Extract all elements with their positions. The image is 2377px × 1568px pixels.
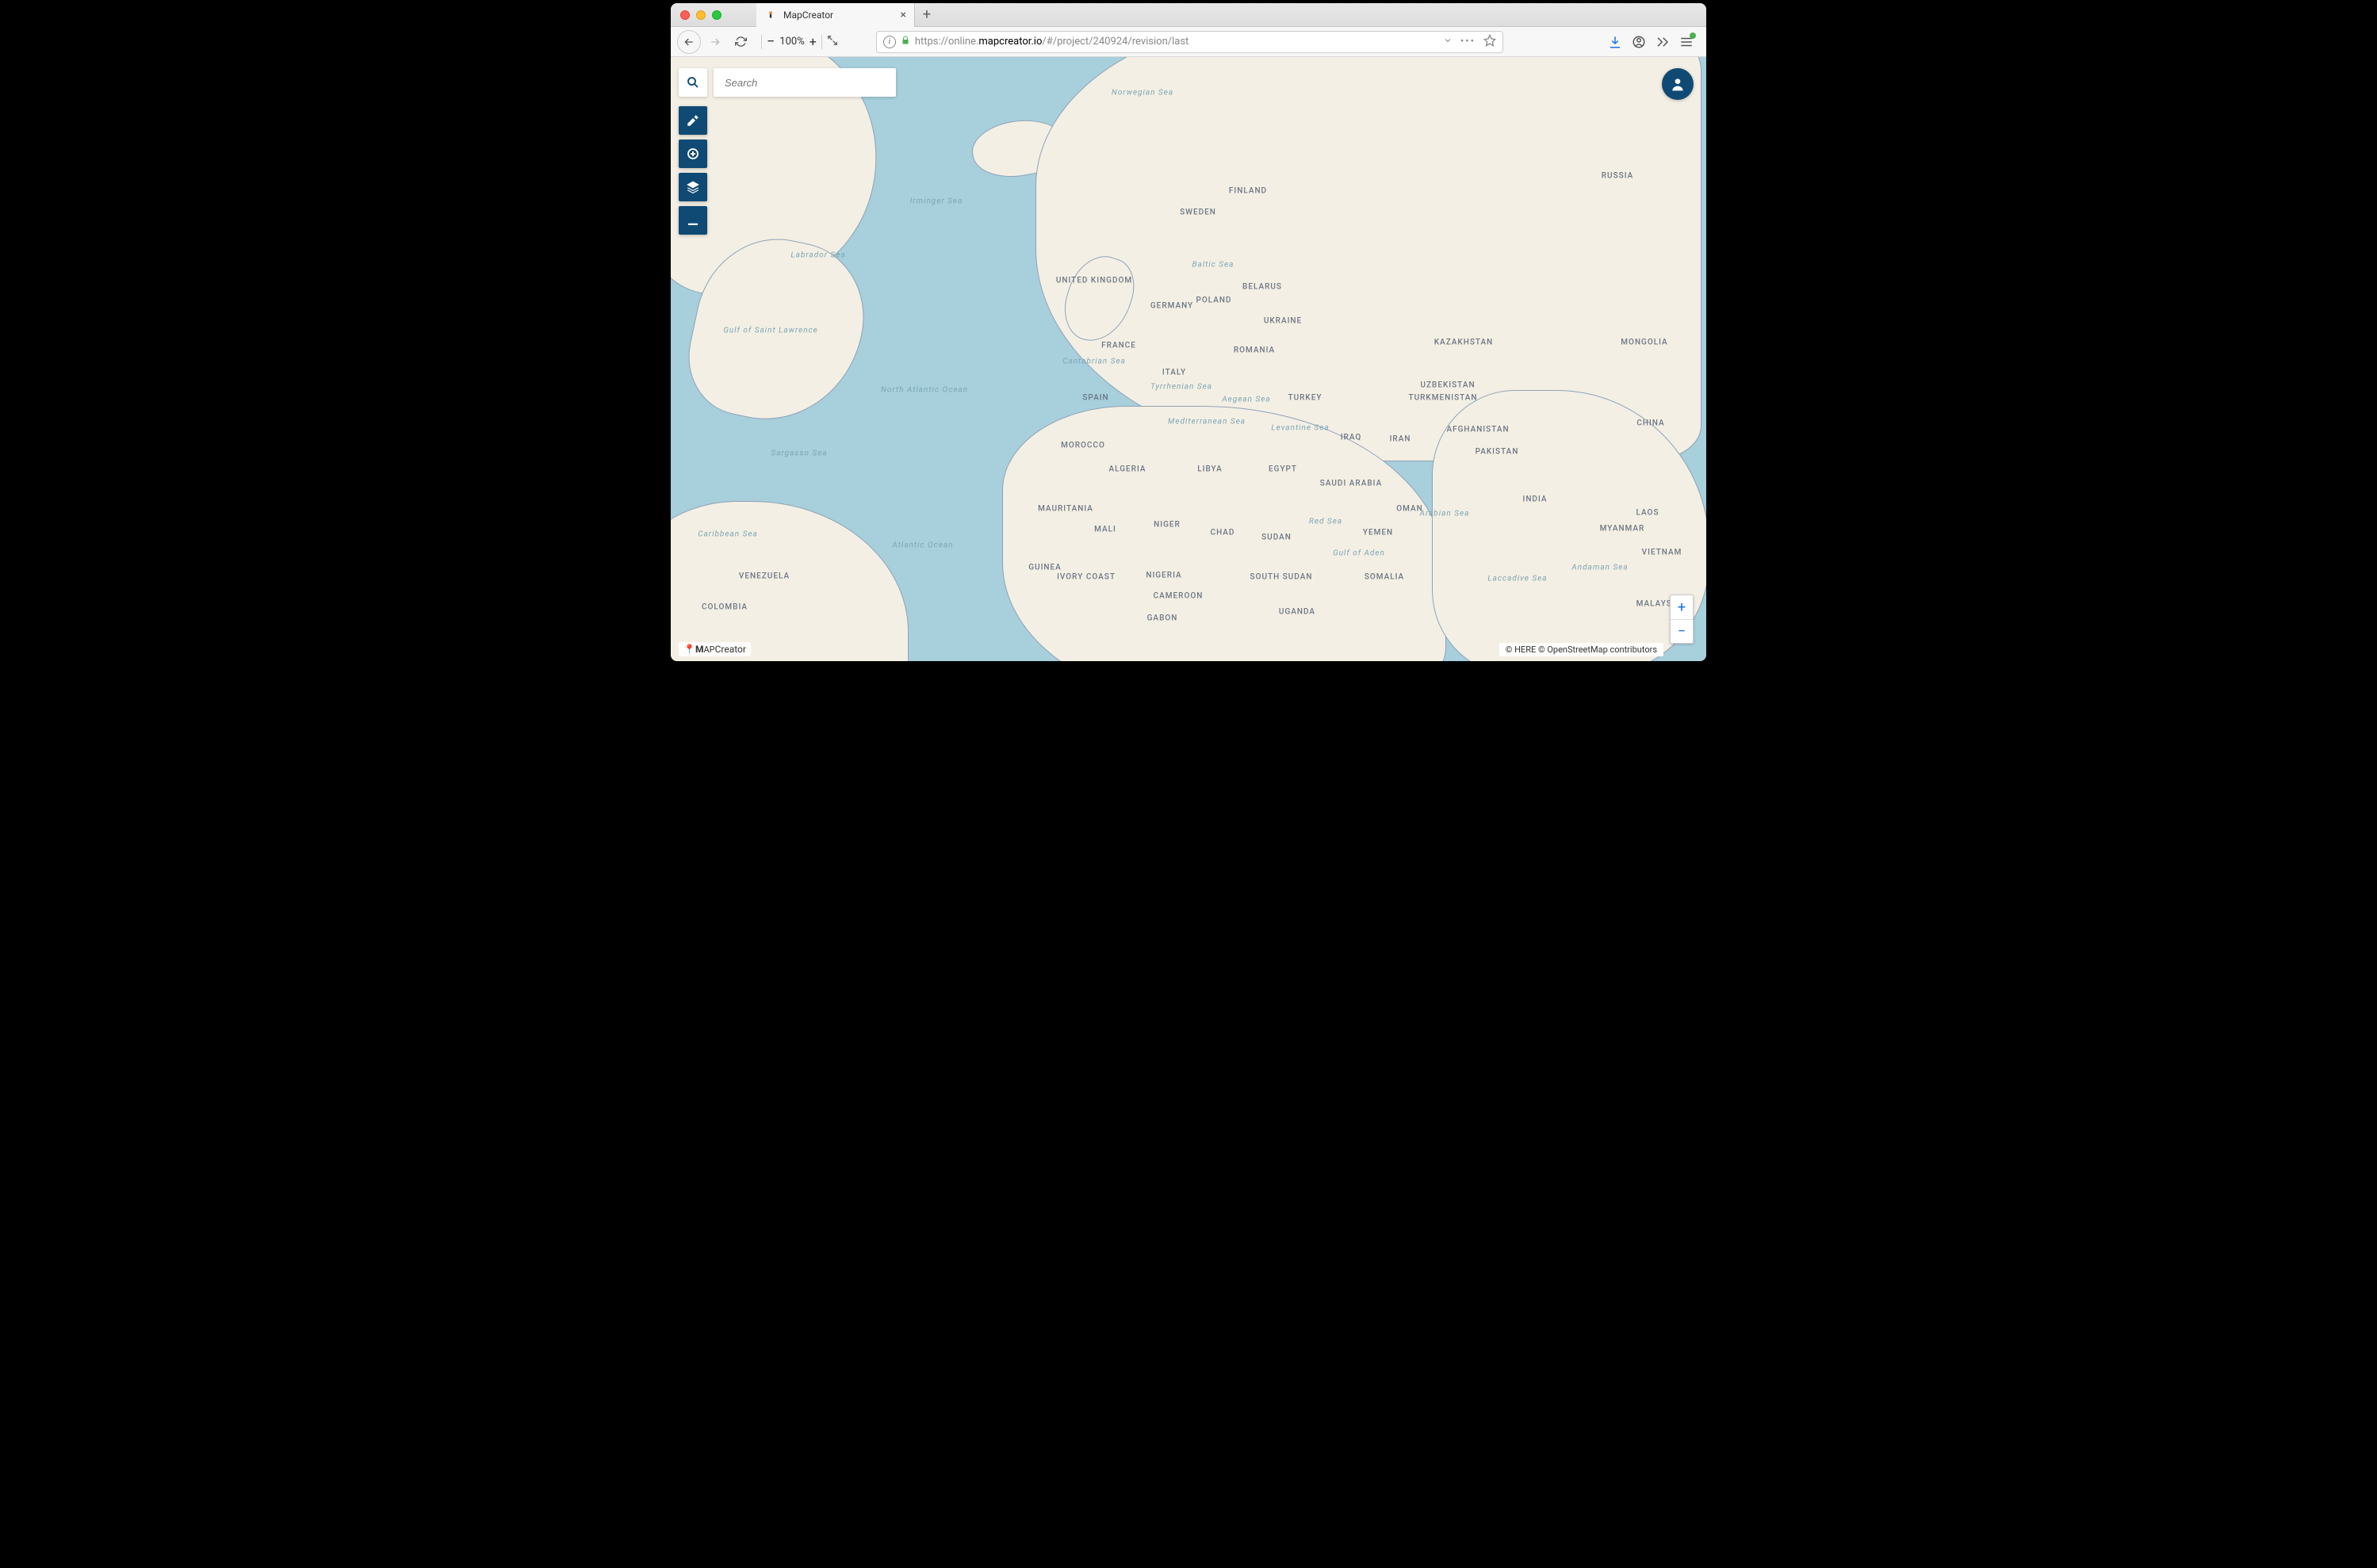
- close-tab-icon[interactable]: ×: [901, 9, 906, 21]
- account-icon[interactable]: [1632, 35, 1646, 49]
- mapcreator-logo: 📍MAPCreator: [679, 642, 751, 656]
- map-canvas[interactable]: RUSSIAFINLANDSWEDENUNITED KINGDOMBELARUS…: [671, 57, 1706, 661]
- url-bar[interactable]: i https://online.mapcreator.io/#/project…: [876, 31, 1503, 53]
- map-zoom-controls: + −: [1670, 595, 1694, 644]
- map-attribution: © HERE © OpenStreetMap contributors: [1499, 643, 1663, 656]
- minimize-window-button[interactable]: [696, 10, 706, 20]
- zoom-level-label: 100%: [779, 36, 804, 48]
- downloads-icon[interactable]: [1608, 35, 1622, 49]
- maximize-window-button[interactable]: [712, 10, 722, 20]
- water-label: Atlantic Ocean: [892, 541, 953, 550]
- layers-tool-button[interactable]: [679, 173, 707, 201]
- forward-button[interactable]: [704, 31, 726, 53]
- browser-tab[interactable]: MapCreator ×: [756, 3, 915, 27]
- zoom-in-button[interactable]: +: [810, 34, 817, 49]
- download-tool-button[interactable]: [679, 206, 707, 235]
- new-tab-button[interactable]: +: [915, 6, 939, 23]
- water-label: North Atlantic Ocean: [881, 386, 968, 395]
- bookmark-icon[interactable]: [1483, 34, 1496, 50]
- site-info-icon[interactable]: i: [883, 36, 896, 48]
- chevron-down-icon[interactable]: [1443, 36, 1453, 48]
- tool-sidebar: [679, 106, 707, 235]
- style-tool-button[interactable]: [679, 106, 707, 135]
- search-input[interactable]: [714, 68, 896, 97]
- reload-button[interactable]: [729, 31, 752, 53]
- overflow-icon[interactable]: [1655, 35, 1670, 49]
- search-button[interactable]: [679, 68, 707, 97]
- close-window-button[interactable]: [680, 10, 690, 20]
- browser-toolbar: − 100% + i https://online.mapcreator.io/…: [671, 27, 1706, 57]
- menu-icon[interactable]: [1679, 35, 1694, 49]
- tab-title: MapCreator: [783, 10, 833, 21]
- water-label: Irminger Sea: [910, 197, 963, 206]
- add-tool-button[interactable]: [679, 140, 707, 168]
- toolbar-right: [1513, 35, 1700, 49]
- map-zoom-in-button[interactable]: +: [1671, 595, 1693, 619]
- user-menu-button[interactable]: [1662, 68, 1694, 100]
- tab-favicon-icon: [764, 9, 777, 21]
- water-label: Sargasso Sea: [771, 449, 827, 458]
- zoom-out-button[interactable]: −: [767, 33, 775, 50]
- lock-icon: [901, 36, 910, 48]
- browser-window: MapCreator × + − 100% + i: [671, 3, 1706, 661]
- country-label: SPAIN: [1082, 394, 1108, 403]
- fullscreen-icon[interactable]: [827, 35, 838, 49]
- titlebar: MapCreator × +: [671, 3, 1706, 27]
- window-controls: [671, 10, 731, 20]
- page-actions-icon[interactable]: •••: [1460, 36, 1476, 48]
- map-zoom-out-button[interactable]: −: [1671, 619, 1693, 643]
- zoom-controls: − 100% +: [758, 33, 838, 50]
- landmass: [671, 501, 909, 661]
- back-button[interactable]: [677, 30, 701, 54]
- url-text: https://online.mapcreator.io/#/project/2…: [915, 36, 1188, 48]
